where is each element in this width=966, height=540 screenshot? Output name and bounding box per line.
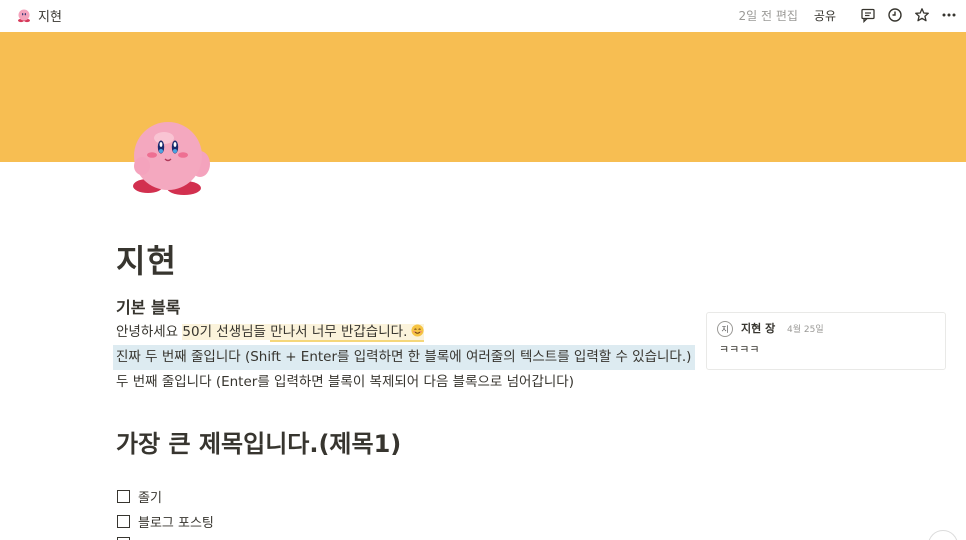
underlined-text: 만나서 너무 반갑습니다. [270, 324, 408, 340]
todo-item[interactable]: 졸기 [117, 487, 162, 506]
smiling-face-emoji-icon [411, 321, 424, 337]
todo-item[interactable]: 블로그 포스팅 [117, 512, 214, 531]
todo-label: 블로그 포스팅 [138, 516, 214, 531]
underlined-highlighted-text: 만나서 너무 반갑습니다. [270, 321, 425, 342]
comment-date: 4월 25일 [787, 325, 824, 335]
highlighted-text: 50기 선생님들 [182, 324, 271, 340]
text-block-1[interactable]: 안녕하세요 50기 선생님들 만나서 너무 반갑습니다. [116, 320, 676, 345]
content-blocks: 기본 블록 안녕하세요 50기 선생님들 만나서 너무 반갑습니다. 진짜 두 … [113, 296, 696, 395]
help-button[interactable] [928, 530, 958, 540]
breadcrumb-title: 지현 [38, 9, 62, 25]
kirby-icon[interactable] [128, 118, 218, 198]
heading-3-block[interactable]: 기본 블록 [116, 296, 676, 320]
top-bar: 지현 2일 전 편집 공유 [0, 0, 966, 30]
favorite-star-icon[interactable] [913, 6, 931, 24]
blue-highlighted-text: 진짜 두 번째 줄입니다 (Shift + Enter를 입력하면 한 블록에 … [113, 345, 696, 370]
comment-author: 지현 장 [741, 322, 776, 335]
kirby-page-icon [16, 7, 32, 23]
checkbox[interactable] [117, 515, 130, 528]
page-title[interactable]: 지현 [116, 236, 177, 282]
text-block-2[interactable]: 진짜 두 번째 줄입니다 (Shift + Enter를 입력하면 한 블록에 … [113, 345, 696, 370]
more-options-icon[interactable] [940, 6, 958, 24]
text-block-3[interactable]: 두 번째 줄입니다 (Enter를 입력하면 블록이 복제되어 다음 블록으로 … [116, 370, 676, 395]
comment-card[interactable]: 지 지현 장 4월 25일 ㅋㅋㅋㅋ [706, 312, 946, 370]
comment-text: ㅋㅋㅋㅋ [719, 343, 760, 356]
history-clock-icon[interactable] [886, 6, 904, 24]
todo-label: 졸기 [138, 491, 162, 506]
comments-icon[interactable] [859, 6, 877, 24]
share-button[interactable]: 공유 [814, 7, 836, 24]
text-plain: 안녕하세요 [116, 324, 183, 340]
avatar: 지 [717, 321, 733, 337]
checkbox[interactable] [117, 490, 130, 503]
breadcrumb-page[interactable]: 지현 [12, 4, 66, 27]
last-edited-text: 2일 전 편집 [738, 8, 798, 23]
heading-1-block[interactable]: 가장 큰 제목입니다.(제목1) [116, 424, 401, 459]
